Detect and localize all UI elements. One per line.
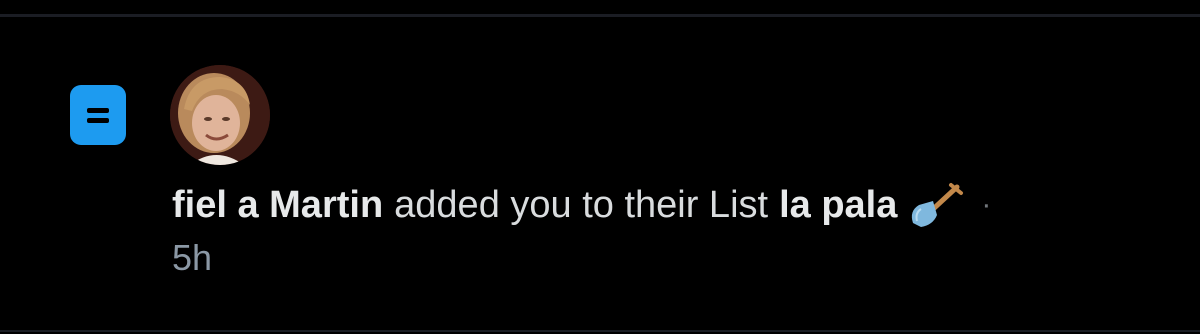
notification-item[interactable]: fiel a Martin added you to their List la… (0, 17, 1200, 317)
list-icon-bar-bottom (87, 118, 109, 123)
list-icon (70, 85, 126, 145)
separator-dot: · (981, 188, 992, 221)
action-text: added you to their List (394, 184, 769, 226)
bottom-divider (0, 330, 1200, 332)
avatar-photo (170, 65, 270, 165)
list-icon-bar-top (87, 108, 109, 113)
notification-text: fiel a Martin added you to their List la… (172, 181, 991, 229)
list-name[interactable]: la pala (779, 181, 897, 229)
user-name[interactable]: fiel a Martin (172, 181, 383, 229)
avatar[interactable] (170, 65, 270, 165)
timestamp: 5h (172, 237, 213, 278)
shovel-icon (907, 181, 965, 229)
